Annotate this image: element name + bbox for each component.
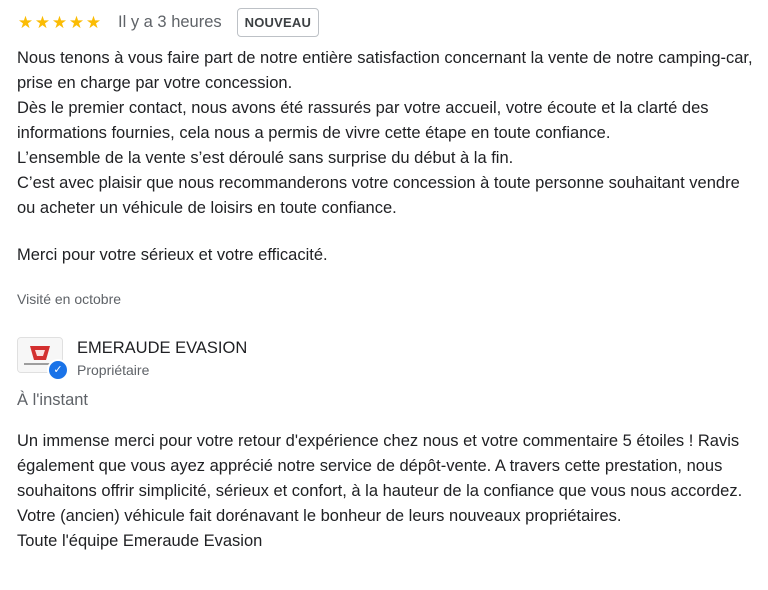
review-paragraph: Dès le premier contact, nous avons été r… xyxy=(17,99,709,142)
star-icon: ★ xyxy=(85,12,102,32)
star-rating: ★ ★ ★ ★ ★ xyxy=(17,14,102,31)
star-icon: ★ xyxy=(17,12,34,32)
review-text: Nous tenons à vous faire part de notre e… xyxy=(17,46,762,268)
review-thanks: Merci pour votre sérieux et votre effica… xyxy=(17,246,328,264)
review-paragraph: Nous tenons à vous faire part de notre e… xyxy=(17,49,753,92)
owner-reply-text: Un immense merci pour votre retour d'exp… xyxy=(17,429,762,554)
star-icon: ★ xyxy=(34,12,51,32)
owner-info: EMERAUDE EVASION Propriétaire xyxy=(77,337,247,380)
owner-response-header: ✓ EMERAUDE EVASION Propriétaire xyxy=(17,337,247,381)
owner-avatar-wrap[interactable]: ✓ xyxy=(17,337,69,381)
review-paragraph: C’est avec plaisir que nous recommandero… xyxy=(17,174,740,217)
star-icon: ★ xyxy=(51,12,68,32)
reply-signature: Toute l'équipe Emeraude Evasion xyxy=(17,532,263,550)
reply-time: À l'instant xyxy=(17,391,89,409)
review-time: Il y a 3 heures xyxy=(118,12,222,31)
review-paragraph: L’ensemble de la vente s’est déroulé san… xyxy=(17,149,514,167)
reply-paragraph: Un immense merci pour votre retour d'exp… xyxy=(17,432,743,525)
owner-role: Propriétaire xyxy=(77,362,150,378)
verified-check-icon: ✓ xyxy=(47,359,69,381)
new-badge: NOUVEAU xyxy=(236,7,320,37)
owner-name[interactable]: EMERAUDE EVASION xyxy=(77,338,247,358)
review-header: ★ ★ ★ ★ ★ Il y a 3 heures NOUVEAU xyxy=(17,7,320,37)
visit-date: Visité en octobre xyxy=(17,291,122,307)
star-icon: ★ xyxy=(68,12,85,32)
